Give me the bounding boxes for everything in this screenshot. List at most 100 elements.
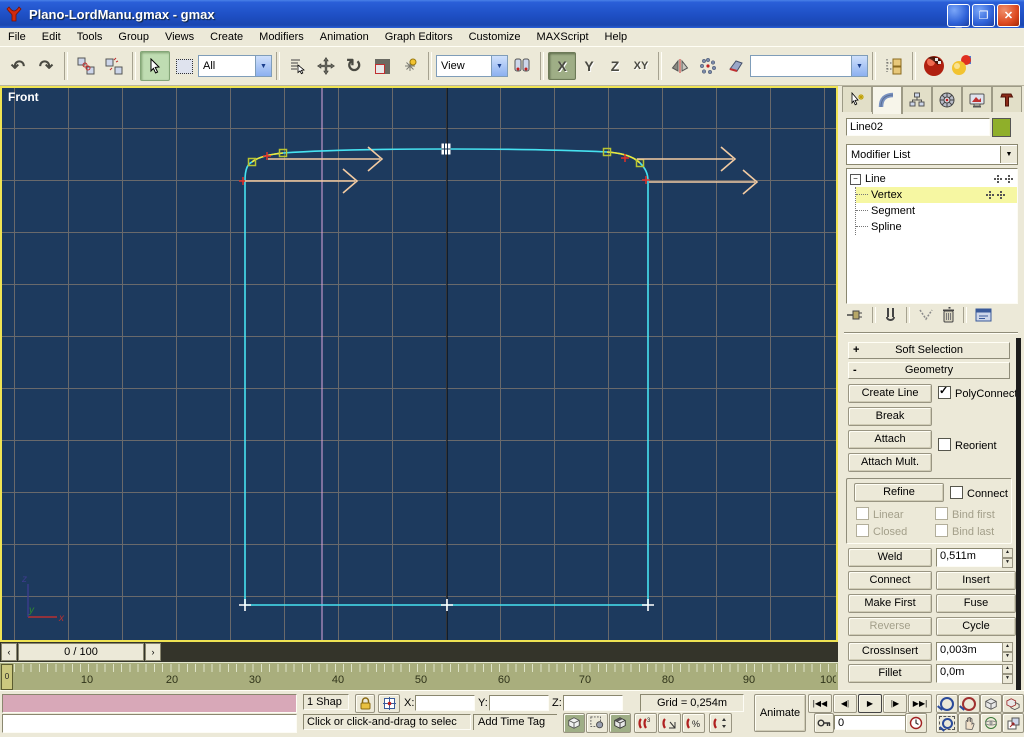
stack-item-spline[interactable]: Spline bbox=[856, 219, 1017, 235]
rollout-geometry[interactable]: - Geometry bbox=[848, 362, 1010, 379]
configure-modifier-sets-icon[interactable] bbox=[975, 308, 992, 323]
dropdown-arrow-icon[interactable]: ▼ bbox=[1000, 146, 1017, 163]
spinner-down-icon[interactable]: ▼ bbox=[1002, 674, 1013, 684]
maxscript-listener-line[interactable] bbox=[2, 714, 297, 733]
connect-checkbox[interactable]: Connect bbox=[950, 486, 1008, 500]
track-view-icon[interactable] bbox=[880, 52, 908, 80]
menu-item-customize[interactable]: Customize bbox=[461, 31, 529, 43]
array-icon[interactable] bbox=[694, 52, 722, 80]
pan-hand-icon[interactable] bbox=[958, 713, 980, 733]
menu-item-group[interactable]: Group bbox=[110, 31, 157, 43]
viewport-canvas[interactable]: x y z bbox=[2, 88, 836, 640]
maxscript-macro-line[interactable] bbox=[2, 694, 297, 713]
track-bar-frame-marker[interactable]: 0 bbox=[1, 664, 13, 690]
time-slider[interactable]: 0 / 100 bbox=[18, 643, 144, 661]
selection-filter-dropdown[interactable]: All ▼ bbox=[198, 55, 272, 77]
play-button[interactable]: ▶ bbox=[858, 694, 882, 713]
restrict-z-button[interactable]: Z bbox=[602, 53, 628, 79]
attach-button[interactable]: Attach bbox=[848, 430, 932, 449]
time-slider-next-arrow[interactable]: › bbox=[145, 643, 161, 661]
weld-threshold-field[interactable]: 0,511m bbox=[936, 548, 1004, 567]
attach-mult-button[interactable]: Attach Mult. bbox=[848, 453, 932, 472]
menu-item-graph-editors[interactable]: Graph Editors bbox=[377, 31, 461, 43]
select-object-icon[interactable] bbox=[140, 51, 170, 81]
close-button[interactable]: ✕ bbox=[997, 4, 1020, 27]
absolute-offset-mode-icon[interactable] bbox=[378, 694, 400, 713]
stack-item-line[interactable]: − Line bbox=[847, 171, 1017, 187]
selected-only-icon[interactable] bbox=[586, 713, 608, 733]
menu-item-animation[interactable]: Animation bbox=[312, 31, 377, 43]
y-coordinate-field[interactable] bbox=[489, 695, 549, 711]
use-pivot-center-icon[interactable] bbox=[508, 52, 536, 80]
select-and-scale-icon[interactable] bbox=[368, 52, 396, 80]
spinner-up-icon[interactable]: ▲ bbox=[1002, 664, 1013, 674]
menu-item-views[interactable]: Views bbox=[157, 31, 202, 43]
spinner-up-icon[interactable]: ▲ bbox=[1002, 548, 1013, 558]
restrict-y-button[interactable]: Y bbox=[576, 53, 602, 79]
select-and-rotate-icon[interactable]: ↻ bbox=[340, 52, 368, 80]
reorient-checkbox[interactable]: Reorient bbox=[938, 438, 997, 452]
create-line-button[interactable]: Create Line bbox=[848, 384, 932, 403]
align-icon[interactable] bbox=[722, 52, 750, 80]
tab-motion[interactable] bbox=[932, 86, 962, 112]
select-and-link-icon[interactable] bbox=[72, 52, 100, 80]
object-name-field[interactable] bbox=[846, 118, 990, 136]
fillet-spinner[interactable]: ▲▼ bbox=[1002, 664, 1013, 681]
insert-button[interactable]: Insert bbox=[936, 571, 1016, 590]
animate-button[interactable]: Animate bbox=[754, 694, 806, 732]
pin-stack-icon[interactable] bbox=[846, 307, 864, 323]
tab-hierarchy[interactable] bbox=[902, 86, 932, 112]
restrict-xy-plane-button[interactable]: XY bbox=[628, 53, 654, 79]
select-and-manipulate-icon[interactable] bbox=[396, 52, 424, 80]
tab-modify[interactable] bbox=[872, 86, 902, 114]
time-slider-prev-arrow[interactable]: ‹ bbox=[1, 643, 17, 661]
menu-item-edit[interactable]: Edit bbox=[34, 31, 69, 43]
show-end-result-icon[interactable] bbox=[884, 307, 898, 323]
object-color-swatch[interactable] bbox=[992, 118, 1011, 137]
mirror-icon[interactable] bbox=[666, 52, 694, 80]
remove-modifier-icon[interactable] bbox=[942, 307, 955, 323]
make-first-button[interactable]: Make First bbox=[848, 594, 932, 613]
snap-cube-icon[interactable] bbox=[609, 713, 631, 733]
select-and-move-icon[interactable] bbox=[312, 52, 340, 80]
reference-coordinate-dropdown[interactable]: View ▼ bbox=[436, 55, 508, 77]
unlink-selection-icon[interactable] bbox=[100, 52, 128, 80]
x-coordinate-field[interactable] bbox=[415, 695, 475, 711]
minimize-button[interactable]: _ bbox=[947, 4, 970, 27]
viewport-front[interactable]: x y z Front bbox=[0, 86, 838, 642]
break-button[interactable]: Break bbox=[848, 407, 932, 426]
spinner-down-icon[interactable]: ▼ bbox=[1002, 652, 1013, 662]
zoom-extents-icon[interactable] bbox=[980, 694, 1002, 713]
stack-item-vertex[interactable]: Vertex bbox=[856, 187, 1017, 203]
next-frame-button[interactable]: |▶ bbox=[883, 694, 907, 713]
stack-item-segment[interactable]: Segment bbox=[856, 203, 1017, 219]
zoom-all-icon[interactable] bbox=[958, 694, 980, 713]
weld-spinner[interactable]: ▲▼ bbox=[1002, 548, 1013, 565]
set-key-icon[interactable] bbox=[814, 713, 834, 733]
viewport-label[interactable]: Front bbox=[8, 90, 39, 104]
spinner-down-icon[interactable]: ▼ bbox=[1002, 558, 1013, 568]
crossinsert-spinner[interactable]: ▲▼ bbox=[1002, 642, 1013, 659]
collapse-box-icon[interactable]: − bbox=[850, 174, 861, 185]
snap-toggle-3d-icon[interactable]: 3 bbox=[634, 713, 657, 733]
redo-icon[interactable]: ↷ bbox=[32, 52, 60, 80]
go-to-end-button[interactable]: ▶▶| bbox=[908, 694, 932, 713]
restore-button[interactable]: ❐ bbox=[972, 4, 995, 27]
min-max-toggle-icon[interactable] bbox=[1002, 713, 1024, 733]
tab-create[interactable] bbox=[842, 86, 872, 112]
make-unique-icon[interactable] bbox=[918, 308, 934, 322]
menu-item-create[interactable]: Create bbox=[202, 31, 251, 43]
time-configuration-icon[interactable] bbox=[905, 713, 927, 733]
material-editor-icon[interactable] bbox=[920, 52, 948, 80]
fillet-field[interactable]: 0,0m bbox=[936, 664, 1004, 683]
angle-snap-icon[interactable] bbox=[658, 713, 681, 733]
panel-scrollbar[interactable] bbox=[1016, 338, 1021, 690]
previous-frame-button[interactable]: ◀| bbox=[833, 694, 857, 713]
dropdown-arrow-icon[interactable]: ▼ bbox=[851, 56, 867, 76]
tab-display[interactable] bbox=[962, 86, 992, 112]
menu-item-help[interactable]: Help bbox=[597, 31, 636, 43]
arc-rotate-icon[interactable] bbox=[980, 713, 1002, 733]
rectangular-selection-region-icon[interactable] bbox=[170, 52, 198, 80]
fillet-button[interactable]: Fillet bbox=[848, 664, 932, 683]
spinner-snap-icon[interactable] bbox=[709, 713, 732, 733]
